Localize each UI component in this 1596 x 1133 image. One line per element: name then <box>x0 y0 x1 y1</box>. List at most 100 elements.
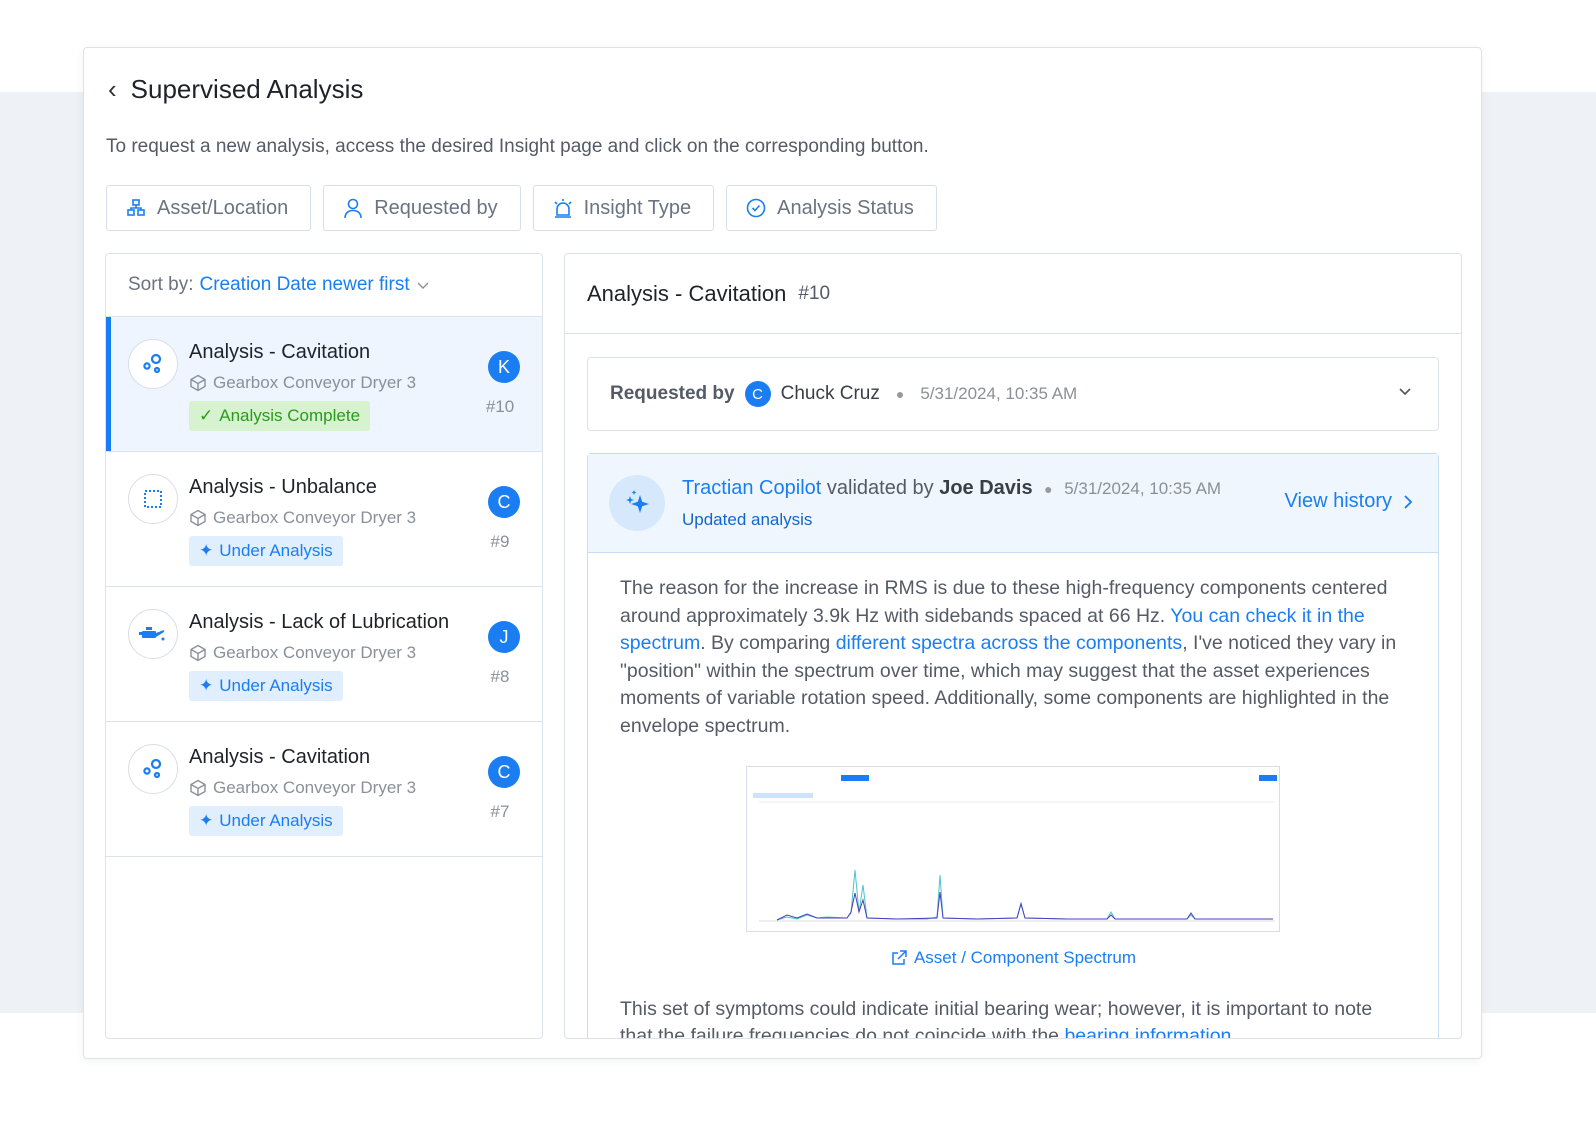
analysis-list-panel: Sort by: Creation Date newer first Analy… <box>105 253 543 1039</box>
status-label: Under Analysis <box>219 811 333 830</box>
filter-analysis-status[interactable]: Analysis Status <box>726 185 937 231</box>
analysis-paragraph-2: This set of symptoms could indicate init… <box>620 996 1406 1039</box>
bubbles-icon <box>128 744 178 794</box>
asset-name: Gearbox Conveyor Dryer 3 <box>213 643 417 662</box>
alarm-icon <box>554 199 572 218</box>
avatar: K <box>488 351 520 383</box>
spectrum-screenshot[interactable] <box>746 766 1280 932</box>
item-number: #10 <box>485 397 515 416</box>
filter-bar: Asset/Location Requested by Insight Type… <box>106 185 937 231</box>
list-item[interactable]: Analysis - Unbalance Gearbox Conveyor Dr… <box>106 452 542 587</box>
validator-name: Joe Davis <box>939 477 1033 499</box>
check-icon: ✓ <box>199 406 214 425</box>
filter-label: Insight Type <box>583 196 692 219</box>
sort-label: Sort by: <box>128 274 194 295</box>
list-item[interactable]: Analysis - Cavitation Gearbox Conveyor D… <box>106 722 542 857</box>
chevron-down-icon <box>417 282 429 289</box>
back-arrow-icon[interactable]: ‹ <box>108 74 117 105</box>
filter-label: Asset/Location <box>157 196 289 219</box>
hierarchy-icon <box>127 199 145 216</box>
bubbles-icon <box>128 339 178 389</box>
sort-value[interactable]: Creation Date newer first <box>199 274 409 296</box>
avatar: C <box>744 381 771 407</box>
page-header: ‹ Supervised Analysis <box>108 74 363 105</box>
sparkle-icon: ✦ <box>199 811 214 830</box>
item-asset: Gearbox Conveyor Dryer 3 <box>189 508 416 528</box>
bearing-information-link[interactable]: bearing information <box>1064 1025 1231 1038</box>
list-item[interactable]: Analysis - Lack of Lubrication Gearbox C… <box>106 587 542 722</box>
text: This set of symptoms could indicate init… <box>620 997 1373 1039</box>
user-icon <box>344 198 363 219</box>
status-badge: ✦ Under Analysis <box>189 536 343 566</box>
filter-label: Requested by <box>374 196 498 219</box>
filter-asset-location[interactable]: Asset/Location <box>106 185 312 231</box>
avatar: C <box>488 486 520 518</box>
updated-analysis-label: Updated analysis <box>682 510 813 529</box>
copilot-validation-line: Tractian Copilot validated by Joe Davis … <box>682 477 1221 500</box>
status-badge: ✓ Analysis Complete <box>189 401 371 431</box>
analysis-detail-panel: Analysis - Cavitation #10 Requested by C… <box>564 253 1462 1039</box>
status-label: Under Analysis <box>219 676 333 695</box>
asset-name: Gearbox Conveyor Dryer 3 <box>213 778 417 797</box>
text: . By comparing <box>700 632 836 654</box>
item-title: Analysis - Unbalance <box>189 476 377 498</box>
detail-header: Analysis - Cavitation #10 <box>565 254 1461 334</box>
filter-requested-by[interactable]: Requested by <box>323 185 521 231</box>
chevron-down-icon[interactable] <box>1396 382 1414 400</box>
chevron-right-icon <box>1404 494 1413 509</box>
avatar: C <box>488 756 520 788</box>
item-asset: Gearbox Conveyor Dryer 3 <box>189 373 416 393</box>
item-number: #8 <box>490 667 510 686</box>
filter-insight-type[interactable]: Insight Type <box>532 185 715 231</box>
analysis-body: The reason for the increase in RMS is du… <box>588 553 1438 1039</box>
avatar: J <box>488 621 520 653</box>
cube-icon <box>190 779 206 797</box>
unbalance-icon <box>128 474 178 524</box>
item-asset: Gearbox Conveyor Dryer 3 <box>189 643 416 663</box>
analysis-paragraph-1: The reason for the increase in RMS is du… <box>620 575 1406 740</box>
item-title: Analysis - Cavitation <box>189 746 371 768</box>
item-title: Analysis - Cavitation <box>189 341 371 363</box>
copilot-header: Tractian Copilot validated by Joe Davis … <box>588 454 1438 553</box>
sparkle-icon <box>609 475 665 531</box>
view-history-label: View history <box>1284 490 1392 512</box>
copilot-source[interactable]: Tractian Copilot <box>682 477 821 499</box>
page-description: To request a new analysis, access the de… <box>106 136 929 157</box>
oil-can-icon <box>128 609 178 659</box>
status-label: Analysis Complete <box>219 406 361 425</box>
spectrum-thumbnail <box>747 767 1279 931</box>
cube-icon <box>190 374 206 392</box>
external-link-icon <box>892 950 907 965</box>
detail-number: #10 <box>798 282 831 304</box>
spectrum-link[interactable]: Asset / Component Spectrum <box>620 944 1406 972</box>
status-badge: ✦ Under Analysis <box>189 806 343 836</box>
item-title: Analysis - Lack of Lubrication <box>189 611 450 633</box>
status-badge: ✦ Under Analysis <box>189 671 343 701</box>
check-circle-icon <box>746 198 766 218</box>
spectra-comparison-link[interactable]: different spectra across the components <box>836 632 1183 654</box>
requested-by-row[interactable]: Requested by C Chuck Cruz ● 5/31/2024, 1… <box>587 357 1439 431</box>
requested-by-label: Requested by <box>610 383 735 404</box>
request-date: 5/31/2024, 10:35 AM <box>920 384 1078 403</box>
filter-label: Analysis Status <box>777 196 914 219</box>
cube-icon <box>190 644 206 662</box>
item-asset: Gearbox Conveyor Dryer 3 <box>189 778 416 798</box>
detail-title: Analysis - Cavitation <box>587 280 787 306</box>
sort-control[interactable]: Sort by: Creation Date newer first <box>106 254 542 317</box>
separator-dot: ● <box>895 386 905 402</box>
list-item[interactable]: Analysis - Cavitation Gearbox Conveyor D… <box>106 317 542 452</box>
asset-name: Gearbox Conveyor Dryer 3 <box>213 373 417 392</box>
validation-date: 5/31/2024, 10:35 AM <box>1064 479 1222 498</box>
status-label: Under Analysis <box>219 541 333 560</box>
sparkle-icon: ✦ <box>199 541 214 560</box>
main-card: ‹ Supervised Analysis To request a new a… <box>83 47 1482 1059</box>
cube-icon <box>190 509 206 527</box>
item-number: #7 <box>490 802 510 821</box>
view-history-link[interactable]: View history <box>1285 490 1414 513</box>
item-number: #9 <box>490 532 510 551</box>
sparkle-icon: ✦ <box>199 676 214 695</box>
asset-name: Gearbox Conveyor Dryer 3 <box>213 508 417 527</box>
separator-dot: ● <box>1044 481 1053 497</box>
validated-text: validated by <box>826 477 934 499</box>
requester-name: Chuck Cruz <box>780 383 880 404</box>
